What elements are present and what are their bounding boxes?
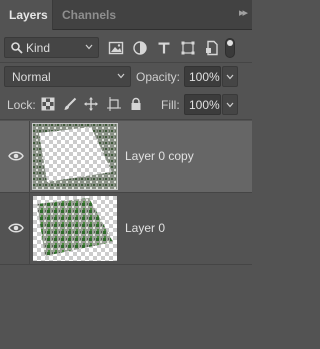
chevron-down-icon — [226, 102, 234, 108]
divider — [0, 119, 252, 120]
lock-image-pixels-icon[interactable] — [63, 97, 77, 111]
opacity-input[interactable]: 100% — [184, 66, 221, 87]
layer-row-layer-0[interactable]: Layer 0 — [0, 193, 252, 265]
lock-row: Lock: Fill: 100% — [0, 91, 252, 119]
shape-filter-icon[interactable] — [180, 40, 196, 56]
chevron-down-icon — [85, 44, 93, 50]
filter-kind-label: Kind — [26, 41, 51, 55]
panel-collapse-icon[interactable]: ▸▸ — [239, 6, 248, 19]
lock-all-icon[interactable] — [129, 97, 143, 111]
blend-mode-select[interactable]: Normal — [4, 66, 131, 87]
panel-tab-bar: Layers Channels ▸▸ — [0, 0, 252, 31]
tab-layers[interactable]: Layers — [0, 0, 52, 31]
chevron-down-icon — [117, 73, 125, 79]
layer-thumbnail[interactable] — [33, 196, 117, 261]
lock-position-icon[interactable] — [84, 97, 98, 111]
blend-row: Normal Opacity: 100% — [0, 63, 252, 91]
fill-label: Fill: — [161, 98, 180, 112]
layer-thumbnail[interactable] — [32, 123, 118, 190]
adjustment-filter-icon[interactable] — [132, 40, 148, 56]
visibility-eye-icon[interactable] — [8, 150, 24, 162]
layers-panel: Layers Channels ▸▸ Kind Normal Opacity: … — [0, 0, 252, 349]
blend-mode-value: Normal — [12, 70, 51, 84]
lock-label: Lock: — [7, 98, 36, 112]
layer-filter-row: Kind — [0, 32, 252, 62]
filter-kind-select[interactable]: Kind — [4, 37, 99, 58]
type-filter-icon[interactable] — [156, 40, 172, 56]
visibility-eye-icon[interactable] — [8, 222, 24, 234]
layer-row-layer-0-copy[interactable]: Layer 0 copy — [0, 121, 252, 193]
image-filter-icon[interactable] — [108, 40, 124, 56]
layer-name[interactable]: Layer 0 — [125, 221, 165, 235]
smart-object-filter-icon[interactable] — [204, 40, 220, 56]
opacity-label: Opacity: — [136, 70, 181, 84]
lock-artboard-icon[interactable] — [107, 97, 121, 111]
chevron-down-icon — [226, 74, 234, 80]
filter-toggle[interactable] — [225, 38, 235, 58]
fill-slider-button[interactable] — [222, 94, 238, 115]
fill-input[interactable]: 100% — [184, 94, 221, 115]
layer-name[interactable]: Layer 0 copy — [125, 149, 194, 163]
tab-channels[interactable]: Channels — [52, 0, 122, 30]
lock-transparent-pixels-icon[interactable] — [41, 97, 55, 111]
opacity-slider-button[interactable] — [222, 66, 238, 87]
search-icon — [11, 42, 23, 54]
divider — [29, 193, 30, 265]
divider — [29, 121, 30, 193]
